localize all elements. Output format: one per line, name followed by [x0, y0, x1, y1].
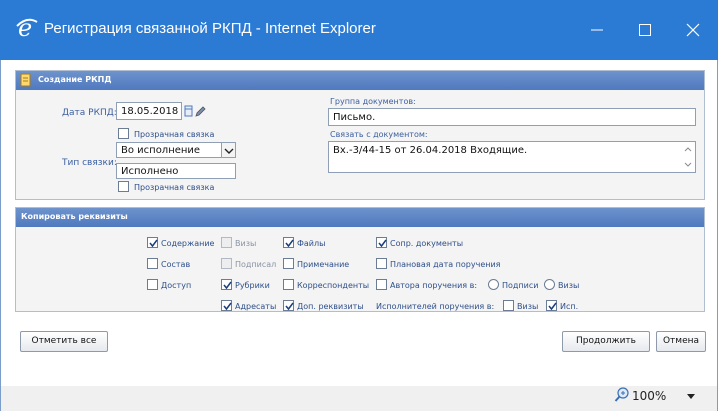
checkbox-signed	[221, 258, 232, 269]
label-accompanying: Сопр. документы	[390, 239, 464, 248]
label-rubrics: Рубрики	[235, 281, 270, 290]
label-visas: Визы	[235, 239, 257, 248]
checkbox-files[interactable]	[283, 237, 294, 248]
link-type-value: Во исполнение	[121, 145, 201, 156]
label-files: Файлы	[297, 239, 326, 248]
check-icon	[548, 302, 557, 311]
label-access: Доступ	[161, 281, 192, 290]
chevron-down-icon	[224, 148, 234, 154]
minimize-icon	[591, 29, 603, 31]
maximize-button[interactable]	[622, 0, 668, 60]
checkbox-extra-attributes[interactable]	[283, 300, 294, 311]
link-doc-label: Связать с документом:	[330, 130, 428, 139]
checkbox-order-author[interactable]	[376, 279, 387, 290]
label-composition: Состав	[161, 260, 191, 269]
checkbox-visas	[221, 237, 232, 248]
checkbox-composition[interactable]	[147, 258, 158, 269]
transparent-link-checkbox-1[interactable]	[118, 128, 129, 139]
label-executors-visas: Визы	[517, 302, 539, 311]
link-type-dropdown-button[interactable]	[221, 143, 235, 157]
window-title: Регистрация связанной РКПД - Internet Ex…	[44, 20, 376, 37]
checkbox-rubrics[interactable]	[221, 279, 232, 290]
transparent-link-label-1: Прозрачная связка	[134, 130, 215, 139]
maximize-icon	[639, 24, 651, 36]
doc-group-value: Письмо.	[333, 112, 376, 123]
date-label: Дата РКПД:	[62, 108, 117, 118]
scroll-arrows-icon[interactable]	[683, 144, 693, 170]
status-bar	[1, 386, 717, 411]
copy-panel: Копировать реквизиты	[15, 207, 705, 312]
check-icon	[285, 302, 294, 311]
checkbox-planned-date[interactable]	[376, 258, 387, 269]
checkbox-correspondents[interactable]	[283, 279, 294, 290]
date-value: 18.05.2018	[121, 106, 179, 117]
zoom-level[interactable]: 100%	[632, 389, 666, 403]
transparent-link-label-2: Прозрачная связка	[134, 183, 215, 192]
edit-pencil-icon[interactable]	[194, 104, 206, 118]
label-extra-attributes: Доп. реквизиты	[297, 302, 364, 311]
mark-all-button[interactable]: Отметить все	[20, 331, 108, 352]
checkbox-note[interactable]	[283, 258, 294, 269]
doc-group-label: Группа документов:	[330, 97, 416, 106]
copy-panel-title: Копировать реквизиты	[21, 212, 128, 221]
link-type-select[interactable]: Во исполнение	[116, 142, 236, 158]
checkbox-executors-exec[interactable]	[546, 300, 557, 311]
check-icon	[378, 239, 387, 248]
status-input[interactable]: Исполнено	[116, 163, 236, 179]
label-order-author: Автора поручения в:	[390, 281, 478, 290]
mark-all-button-label: Отметить все	[31, 336, 97, 346]
label-radio-visas: Визы	[558, 281, 580, 290]
zoom-icon[interactable]	[614, 386, 630, 404]
close-icon	[686, 23, 700, 37]
label-executors: Исполнителей поручения в:	[376, 302, 495, 311]
check-icon	[223, 302, 232, 311]
date-input[interactable]: 18.05.2018	[116, 102, 182, 120]
create-panel-header: Создание РКПД	[16, 71, 704, 90]
window-border-left	[0, 60, 1, 411]
label-note: Примечание	[297, 260, 350, 269]
continue-button-label: Продолжить	[576, 336, 636, 346]
label-executors-exec: Исп.	[560, 302, 579, 311]
checkbox-addressees[interactable]	[221, 300, 232, 311]
minimize-button[interactable]	[574, 0, 620, 60]
label-radio-signatures: Подписи	[502, 281, 539, 290]
link-type-label: Тип связки:	[62, 158, 117, 168]
checkbox-executors-visas[interactable]	[503, 300, 514, 311]
check-icon	[223, 281, 232, 290]
label-correspondents: Корреспонденты	[297, 281, 370, 290]
checkbox-access[interactable]	[147, 279, 158, 290]
transparent-link-checkbox-2[interactable]	[118, 181, 129, 192]
check-icon	[285, 239, 294, 248]
label-content: Содержание	[161, 239, 215, 248]
check-icon	[149, 239, 158, 248]
link-doc-textarea[interactable]: Вх.-3/44-15 от 26.04.2018 Входящие.	[328, 141, 696, 173]
close-button[interactable]	[670, 0, 716, 60]
label-signed: Подписал	[235, 260, 277, 269]
calendar-icon[interactable]	[184, 104, 193, 118]
radio-visas[interactable]	[544, 279, 555, 290]
label-planned-date: Плановая дата поручения	[390, 260, 501, 269]
document-icon	[20, 73, 31, 87]
label-addressees: Адресаты	[235, 302, 277, 311]
status-value: Исполнено	[121, 166, 179, 177]
checkbox-accompanying[interactable]	[376, 237, 387, 248]
checkbox-content[interactable]	[147, 237, 158, 248]
cancel-button-label: Отмена	[662, 336, 700, 346]
cancel-button[interactable]: Отмена	[656, 331, 706, 352]
doc-group-input[interactable]: Письмо.	[328, 108, 696, 126]
zoom-dropdown-icon[interactable]	[686, 393, 696, 401]
internet-explorer-icon: e	[16, 14, 38, 40]
svg-text:e: e	[18, 14, 32, 40]
link-doc-value: Вх.-3/44-15 от 26.04.2018 Входящие.	[333, 145, 528, 156]
continue-button[interactable]: Продолжить	[562, 331, 650, 352]
create-panel-title: Создание РКПД	[38, 75, 112, 84]
radio-signatures[interactable]	[488, 279, 499, 290]
copy-panel-header: Копировать реквизиты	[16, 208, 704, 227]
